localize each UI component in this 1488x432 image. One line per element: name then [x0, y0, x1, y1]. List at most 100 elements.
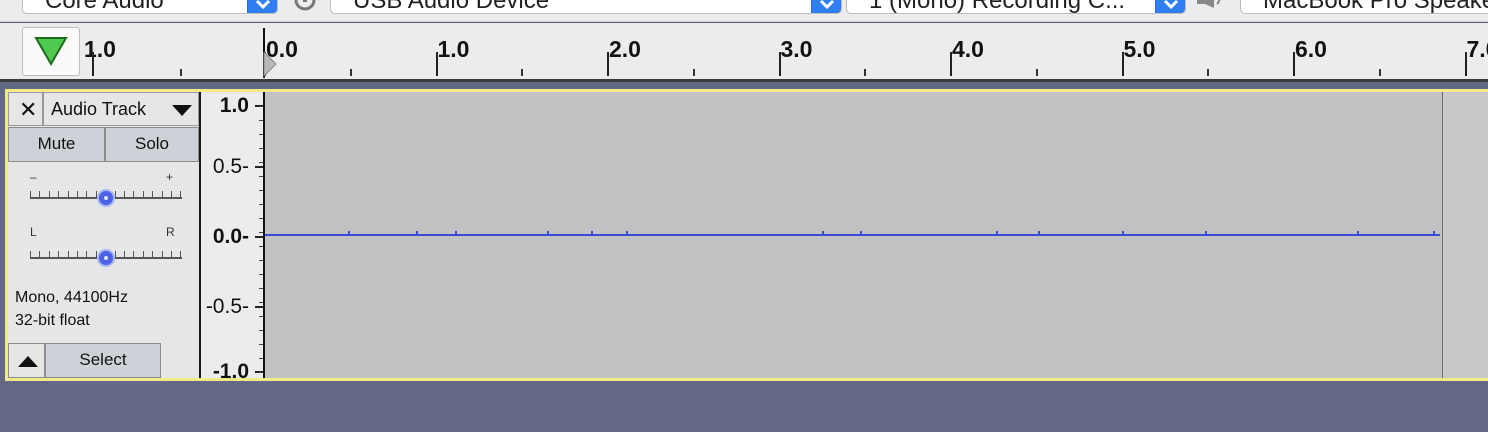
- slider-tick: [86, 251, 88, 257]
- ruler-label: 3.0: [780, 36, 813, 62]
- waveform-sample-mark: [996, 231, 998, 235]
- ruler-label: 5.0: [1123, 36, 1156, 62]
- waveform-sample-mark: [348, 231, 350, 235]
- collapse-arrow-icon: [18, 356, 38, 367]
- amplitude-tick: [255, 236, 263, 238]
- slider-tick: [152, 191, 154, 197]
- speaker-icon: [1194, 0, 1224, 18]
- ruler-minor-tick: [521, 69, 524, 76]
- slider-tick: [48, 251, 50, 257]
- timeline-ruler[interactable]: [0, 23, 1488, 79]
- slider-tick: [30, 191, 31, 197]
- recording-channels-value: 1 (Mono) Recording C...: [869, 0, 1126, 14]
- slider-tick: [58, 191, 60, 197]
- slider-tick: [39, 251, 41, 257]
- clip-end-line: [1442, 92, 1443, 378]
- waveform-sample-mark: [1433, 231, 1435, 235]
- slider-tick: [171, 191, 172, 197]
- gain-slider-knob[interactable]: [97, 189, 115, 207]
- slider-tick: [30, 251, 31, 257]
- slider-tick: [124, 191, 125, 197]
- waveform-sample-mark: [455, 231, 457, 235]
- track-format-info: Mono, 44100Hz 32-bit float: [15, 286, 128, 332]
- amplitude-label: 0.5-: [212, 155, 249, 178]
- slider-tick: [67, 191, 69, 197]
- waveform-sample-mark: [822, 231, 824, 235]
- ruler-major-tick: [950, 52, 952, 76]
- microphone-icon: [290, 0, 320, 18]
- recording-channels-select[interactable]: 1 (Mono) Recording C...: [846, 0, 1186, 14]
- chevron-down-icon: [1155, 0, 1185, 13]
- amplitude-label: 0.0-: [212, 225, 249, 248]
- slider-tick: [171, 251, 172, 257]
- slider-tick: [133, 251, 135, 257]
- solo-button[interactable]: Solo: [105, 127, 199, 162]
- slider-tick: [142, 191, 144, 197]
- collapse-track-button[interactable]: [8, 343, 45, 378]
- track-empty-area[interactable]: [1443, 92, 1488, 378]
- slider-tick: [180, 191, 182, 197]
- ruler-minor-tick: [1035, 69, 1038, 76]
- waveform-sample-mark: [1205, 231, 1207, 235]
- slider-tick: [161, 191, 163, 197]
- playback-device-value: MacBook Pro Speakers: [1263, 0, 1488, 14]
- amplitude-label: -1.0: [212, 360, 249, 383]
- waveform-sample-mark: [1038, 231, 1040, 235]
- play-triangle-icon: [34, 37, 68, 66]
- ruler-major-tick: [1121, 52, 1124, 76]
- waveform-sample-mark: [860, 231, 862, 235]
- ruler-minor-tick: [349, 69, 352, 76]
- ruler-major-tick: [1464, 52, 1467, 76]
- recording-device-select[interactable]: USB Audio Device: [330, 0, 842, 14]
- track-format-depth: 32-bit float: [15, 312, 90, 329]
- close-icon: ✕: [19, 97, 38, 122]
- slider-tick: [77, 251, 78, 257]
- slider-tick: [124, 251, 125, 257]
- slider-tick: [48, 191, 50, 197]
- playback-device-select[interactable]: MacBook Pro Speakers: [1240, 0, 1488, 14]
- amplitude-tick: [255, 166, 263, 168]
- pan-left-label: L: [30, 225, 37, 239]
- amplitude-label: 1.0: [219, 94, 249, 117]
- slider-tick: [161, 251, 163, 257]
- ruler-major-tick: [607, 52, 609, 76]
- track-format-rate: Mono, 44100Hz: [15, 289, 128, 306]
- chevron-down-icon: [811, 0, 841, 13]
- mute-button[interactable]: Mute: [8, 127, 105, 162]
- slider-tick: [133, 191, 135, 197]
- waveform-sample-mark: [626, 231, 628, 235]
- slider-tick: [67, 251, 69, 257]
- dropdown-arrow-icon: [172, 105, 192, 116]
- ruler-label: 2.0: [609, 36, 641, 62]
- pan-right-label: R: [166, 225, 175, 239]
- audio-host-select[interactable]: Core Audio: [22, 0, 278, 14]
- ruler-tick: [92, 52, 94, 76]
- slider-tick: [77, 191, 78, 197]
- track-name: Audio Track: [51, 99, 147, 119]
- amplitude-tick: [255, 306, 263, 308]
- close-track-button[interactable]: ✕: [8, 92, 43, 126]
- slider-tick: [58, 251, 60, 257]
- ruler-minor-tick: [1378, 69, 1381, 76]
- slider-tick: [39, 191, 41, 197]
- ruler-label: 7.0: [1466, 36, 1488, 62]
- select-track-button[interactable]: Select: [45, 343, 161, 378]
- play-at-speed-button[interactable]: [22, 27, 80, 76]
- track-name-menu[interactable]: Audio Track: [43, 92, 199, 126]
- ruler-tick: [180, 69, 182, 76]
- amplitude-label: -0.5-: [205, 295, 249, 318]
- ruler-minor-tick: [692, 69, 695, 76]
- gain-minus-label: –: [30, 170, 37, 184]
- ruler-label: 6.0: [1295, 36, 1327, 62]
- playhead-icon[interactable]: [262, 52, 278, 78]
- waveform-sample-mark: [591, 231, 593, 235]
- pan-slider-knob[interactable]: [97, 249, 115, 267]
- ruler-label: 4.0: [952, 36, 984, 62]
- waveform-sample-mark: [416, 231, 418, 235]
- gain-plus-label: +: [166, 170, 174, 184]
- slider-tick: [142, 251, 144, 257]
- waveform-sample-mark: [1122, 231, 1124, 235]
- slider-tick: [86, 191, 88, 197]
- vertical-amplitude-ruler[interactable]: 1.0 0.5- 0.0- -0.5- -1.0: [201, 92, 263, 383]
- ruler-minor-tick: [1207, 69, 1210, 76]
